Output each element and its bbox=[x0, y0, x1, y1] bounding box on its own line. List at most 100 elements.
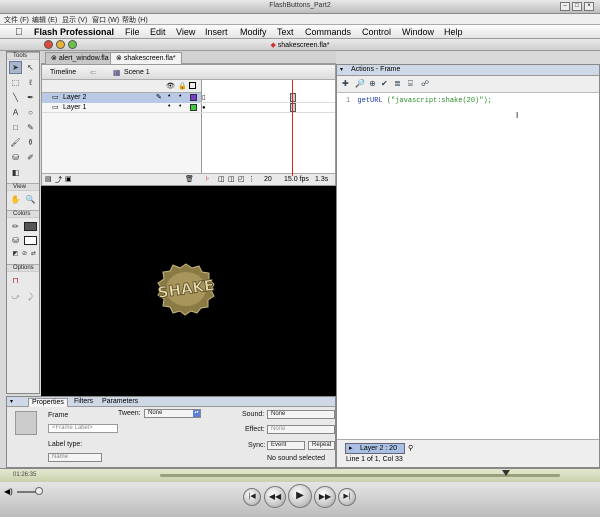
effect-select[interactable]: None bbox=[267, 425, 335, 434]
eyedropper-tool-icon[interactable]: ✐ bbox=[24, 151, 37, 164]
layer-name[interactable]: Layer 1 bbox=[63, 104, 86, 111]
lasso-tool-icon[interactable]: ℓ bbox=[24, 76, 37, 89]
close-icon[interactable]: ⊗ bbox=[116, 55, 122, 62]
debug-options-icon[interactable]: ☍ bbox=[421, 79, 429, 88]
timeline-label[interactable]: Timeline bbox=[50, 69, 76, 76]
add-statement-icon[interactable]: ✚ bbox=[342, 79, 349, 88]
outline-icon[interactable] bbox=[189, 82, 196, 89]
add-layer-icon[interactable]: ▤ bbox=[45, 175, 52, 183]
sync-select[interactable]: Event bbox=[267, 441, 305, 450]
menu-app-name[interactable]: Flash Professional bbox=[34, 27, 114, 37]
snap-to-objects-icon[interactable]: ⊓ bbox=[9, 274, 22, 287]
skip-back-button[interactable]: |◀ bbox=[243, 488, 261, 506]
scrubber-bar[interactable]: 01:26:35 bbox=[0, 468, 600, 482]
pencil-tool-icon[interactable]: ✎ bbox=[24, 121, 37, 134]
repeat-select[interactable]: Repeat bbox=[308, 441, 335, 450]
player-menu-help[interactable]: 帮助 (H) bbox=[122, 15, 148, 25]
center-frame-icon[interactable]: ⊦ bbox=[206, 175, 210, 183]
paint-bucket-tool-icon[interactable]: ⛁ bbox=[9, 151, 22, 164]
apple-icon[interactable]:  bbox=[15, 27, 23, 38]
ink-bottle-tool-icon[interactable]: ⚱ bbox=[24, 136, 37, 149]
onion-outline-icon[interactable]: ◫ bbox=[228, 175, 235, 183]
menu-file[interactable]: File bbox=[125, 27, 140, 37]
stroke-color-swatch[interactable] bbox=[24, 222, 37, 231]
lock-dot[interactable]: • bbox=[179, 93, 181, 100]
menu-control[interactable]: Control bbox=[362, 27, 391, 37]
scrubber-thumb[interactable] bbox=[502, 470, 510, 476]
play-button[interactable]: ▶ bbox=[288, 484, 312, 508]
visibility-dot[interactable]: • bbox=[168, 103, 170, 110]
check-syntax-icon[interactable]: ✔ bbox=[381, 79, 388, 88]
rectangle-tool-icon[interactable]: □ bbox=[9, 121, 22, 134]
player-menu-file[interactable]: 文件 (F) bbox=[4, 15, 29, 25]
modify-markers-icon[interactable]: ⋮ bbox=[248, 175, 255, 183]
panel-collapse-icon[interactable]: ▾ bbox=[10, 398, 13, 405]
tab-alert-window[interactable]: ⊗ alert_window.fla bbox=[45, 52, 115, 64]
fill-color-swatch[interactable] bbox=[24, 236, 37, 245]
back-arrow-icon[interactable]: ⇐ bbox=[90, 68, 97, 77]
pin-script-icon[interactable]: ⚲ bbox=[408, 444, 413, 452]
auto-format-icon[interactable]: ≣ bbox=[394, 79, 401, 88]
layer-frame-tab[interactable]: ▸ Layer 2 : 20 bbox=[345, 443, 405, 454]
panel-collapse-icon[interactable]: ▾ bbox=[340, 65, 343, 75]
minimize-icon[interactable]: – bbox=[560, 2, 570, 11]
scrubber-track[interactable] bbox=[160, 474, 560, 477]
frame-label-input[interactable]: <Frame Label> bbox=[48, 424, 118, 433]
menu-edit[interactable]: Edit bbox=[150, 27, 166, 37]
close-icon[interactable]: ⊗ bbox=[51, 55, 57, 62]
layer-color-swatch[interactable] bbox=[190, 104, 197, 111]
visibility-dot[interactable]: • bbox=[168, 93, 170, 100]
fill-color-icon[interactable]: ⛁ bbox=[9, 234, 22, 247]
line-tool-icon[interactable]: ╲ bbox=[9, 91, 22, 104]
menu-commands[interactable]: Commands bbox=[305, 27, 351, 37]
keyframe-start[interactable]: ▯ bbox=[202, 94, 205, 101]
playhead[interactable] bbox=[292, 80, 293, 176]
edit-multiple-icon[interactable]: ◰ bbox=[238, 175, 245, 183]
menu-window[interactable]: Window bbox=[402, 27, 434, 37]
pen-tool-icon[interactable]: ✒ bbox=[24, 91, 37, 104]
keyframe-end[interactable] bbox=[290, 103, 296, 112]
eye-icon[interactable]: 👁 bbox=[166, 82, 175, 90]
free-transform-tool-icon[interactable]: ⬚ bbox=[9, 76, 22, 89]
menu-modify[interactable]: Modify bbox=[240, 27, 267, 37]
label-type-select[interactable]: Name bbox=[48, 453, 102, 462]
fast-forward-button[interactable]: ▶▶ bbox=[314, 486, 336, 508]
swap-colors-icon[interactable]: ⇄ bbox=[27, 248, 40, 261]
add-folder-icon[interactable]: ▣ bbox=[65, 175, 72, 183]
subselection-tool-icon[interactable]: ↖ bbox=[24, 61, 37, 74]
menu-help[interactable]: Help bbox=[444, 27, 463, 37]
tab-shakescreen[interactable]: ⊗ shakescreen.fla* bbox=[110, 52, 182, 64]
keyframe-action[interactable] bbox=[290, 93, 296, 102]
menu-insert[interactable]: Insert bbox=[205, 27, 228, 37]
code-line[interactable]: 1 getURL ("javascript:shake(20)"); bbox=[346, 97, 492, 105]
selection-tool-icon[interactable]: ➤ bbox=[9, 61, 22, 74]
tab-properties[interactable]: Properties bbox=[28, 398, 68, 407]
layer-color-swatch[interactable] bbox=[190, 94, 197, 101]
maximize-icon[interactable]: □ bbox=[572, 2, 582, 11]
stroke-color-icon[interactable]: ✏ bbox=[9, 220, 22, 233]
smooth-icon[interactable]: ⤻ bbox=[9, 290, 22, 303]
zoom-tool-icon[interactable]: 🔍 bbox=[24, 193, 37, 206]
find-icon[interactable]: 🔎 bbox=[355, 79, 365, 88]
oval-tool-icon[interactable]: ○ bbox=[24, 106, 37, 119]
player-menu-window[interactable]: 窗口 (W) bbox=[92, 15, 119, 25]
lock-icon[interactable]: 🔒 bbox=[178, 82, 187, 90]
eraser-tool-icon[interactable]: ◧ bbox=[9, 166, 22, 179]
player-menu-view[interactable]: 显示 (V) bbox=[62, 15, 87, 25]
layer-name[interactable]: Layer 2 bbox=[63, 94, 86, 101]
brush-tool-icon[interactable]: 🖌 bbox=[9, 136, 22, 149]
rewind-button[interactable]: ◀◀ bbox=[264, 486, 286, 508]
tab-filters[interactable]: Filters bbox=[71, 398, 96, 407]
menu-view[interactable]: View bbox=[176, 27, 195, 37]
tab-parameters[interactable]: Parameters bbox=[99, 398, 141, 407]
keyframe-start[interactable]: ● bbox=[202, 105, 206, 111]
sound-select[interactable]: None bbox=[267, 410, 335, 419]
lock-dot[interactable]: • bbox=[179, 103, 181, 110]
add-guide-icon[interactable]: ⤴ bbox=[55, 175, 62, 185]
onion-skin-icon[interactable]: ◫ bbox=[218, 175, 225, 183]
scene-label[interactable]: Scene 1 bbox=[124, 69, 150, 76]
code-hint-icon[interactable]: ⌸ bbox=[408, 79, 413, 89]
player-menu-edit[interactable]: 编辑 (E) bbox=[32, 15, 57, 25]
close-icon[interactable]: × bbox=[584, 2, 594, 11]
text-tool-icon[interactable]: A bbox=[9, 106, 22, 119]
